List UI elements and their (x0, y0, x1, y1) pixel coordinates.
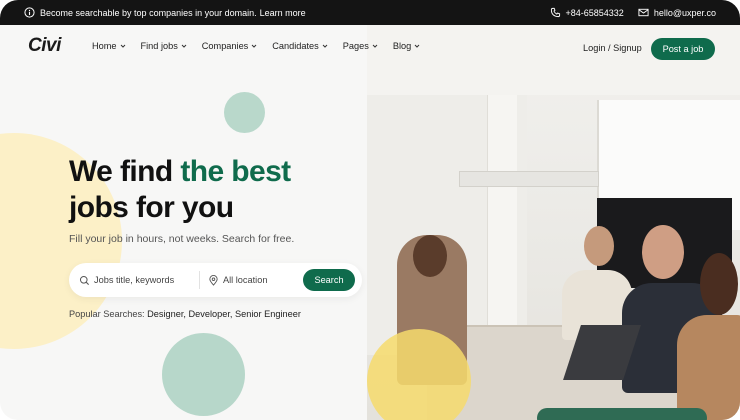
photo-lamp (459, 171, 599, 187)
top-notice-text: Become searchable by top companies in yo… (40, 7, 257, 18)
keyword-placeholder: Jobs title, keywords (94, 275, 175, 285)
photo-person-head (584, 226, 614, 266)
search-button[interactable]: Search (303, 269, 355, 291)
photo-green-accent (537, 408, 707, 420)
search-icon (79, 275, 90, 285)
hero-title-highlight: the best (180, 155, 291, 188)
keyword-field[interactable]: Jobs title, keywords (69, 275, 199, 286)
phone-contact[interactable]: +84-65854332 (550, 7, 624, 18)
nav-find-jobs[interactable]: Find jobs (141, 41, 188, 51)
nav-label: Home (92, 41, 117, 51)
nav-label: Candidates (272, 41, 319, 51)
nav-home[interactable]: Home (92, 41, 127, 51)
photo-person-head (700, 253, 738, 315)
email-contact[interactable]: hello@uxper.co (638, 7, 716, 18)
hero-title-line2: jobs for you (69, 191, 234, 224)
photo-ceiling (367, 25, 740, 95)
post-job-button[interactable]: Post a job (651, 38, 715, 60)
hero-title-part1: We find (69, 155, 173, 188)
email-address: hello@uxper.co (653, 7, 716, 18)
hero-subtitle: Fill your job in hours, not weeks. Searc… (69, 233, 295, 245)
chevron-down-icon (372, 44, 378, 48)
photo-person-woman-right (677, 315, 740, 420)
top-bar: Become searchable by top companies in yo… (0, 0, 740, 25)
top-contact: +84-65854332 hello@uxper.co (550, 7, 716, 18)
popular-tags[interactable]: Designer, Developer, Senior Engineer (147, 309, 301, 319)
phone-number: +84-65854332 (565, 7, 624, 18)
chevron-down-icon (414, 44, 420, 48)
decor-circle-teal-large (162, 333, 245, 416)
chevron-down-icon (322, 44, 328, 48)
decor-circle-teal-small (224, 92, 265, 133)
info-icon (24, 7, 35, 18)
photo-column (487, 95, 517, 335)
login-signup-link[interactable]: Login / Signup (583, 43, 642, 53)
job-search-bar: Jobs title, keywords All location Search (69, 263, 362, 297)
nav-label: Companies (201, 41, 249, 51)
location-placeholder: All location (223, 275, 268, 285)
learn-more-link[interactable]: Learn more (260, 8, 306, 18)
page: Become searchable by top companies in yo… (0, 0, 740, 420)
nav-label: Blog (392, 41, 412, 51)
photo-person-head (642, 225, 684, 279)
logo-text: Civi (28, 35, 61, 56)
chevron-down-icon (181, 44, 187, 48)
hero-title: We find the best jobs for you (69, 154, 291, 226)
top-notice: Become searchable by top companies in yo… (24, 7, 306, 18)
nav-label: Pages (342, 41, 369, 51)
nav-companies[interactable]: Companies (202, 41, 258, 51)
chevron-down-icon (120, 44, 125, 48)
popular-label: Popular Searches: (69, 309, 145, 319)
chevron-down-icon (251, 44, 257, 48)
nav-blog[interactable]: Blog (393, 41, 421, 51)
location-select[interactable]: All location (200, 274, 295, 286)
nav-candidates[interactable]: Candidates (272, 41, 328, 51)
mail-icon (638, 8, 649, 17)
nav-pages[interactable]: Pages (343, 41, 379, 51)
hero-title-line1: We find the best (69, 154, 291, 190)
nav-label: Find jobs (140, 41, 178, 51)
civi-logo[interactable]: Civi (28, 35, 61, 57)
photo-person-head (413, 235, 447, 277)
phone-icon (550, 7, 560, 18)
popular-searches: Popular Searches: Designer, Developer, S… (69, 309, 301, 319)
main-nav: Home Find jobs Companies Candidates Page… (92, 41, 421, 51)
location-pin-icon (209, 274, 218, 286)
